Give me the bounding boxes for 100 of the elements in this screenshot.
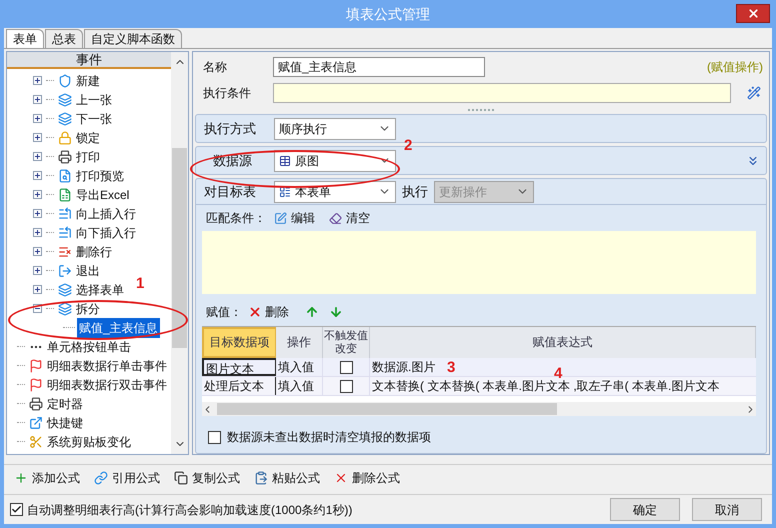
- delete-button[interactable]: 删除: [248, 303, 289, 321]
- checkbox[interactable]: [10, 503, 23, 516]
- tree-item[interactable]: 下一张: [76, 110, 112, 128]
- insert-row-icon: [58, 206, 72, 220]
- table-icon: [279, 154, 291, 166]
- tree-item[interactable]: 快捷键: [47, 414, 83, 432]
- expand-icon[interactable]: [33, 247, 42, 256]
- plus-icon: [14, 470, 28, 484]
- down-arrow-icon[interactable]: [329, 305, 343, 319]
- link-icon: [94, 470, 108, 484]
- tree-item[interactable]: 向上插入行: [76, 204, 136, 222]
- expand-icon[interactable]: [33, 228, 42, 237]
- checkbox-label: 数据源未查出数据时清空填报的数据项: [227, 429, 431, 446]
- check-icon: [11, 504, 22, 515]
- shield-icon: [58, 74, 72, 88]
- eraser-icon: [329, 212, 342, 224]
- toolbar-button[interactable]: 引用公式: [94, 468, 160, 486]
- flag-icon: [29, 378, 43, 392]
- column-header: 事件: [7, 52, 171, 69]
- printer-icon: [29, 396, 43, 410]
- edit-icon: [274, 212, 287, 224]
- expand-icon[interactable]: [33, 114, 42, 123]
- field-label: 对目标表: [204, 182, 257, 201]
- tree-item[interactable]: 打印: [76, 148, 100, 166]
- tree-item[interactable]: 退出: [76, 262, 100, 280]
- tab[interactable]: 自定义脚本函数: [84, 29, 182, 48]
- tree-item[interactable]: 明细表数据行单击事件: [47, 356, 167, 374]
- checkbox[interactable]: [340, 380, 352, 392]
- dialog-button[interactable]: 取消: [692, 498, 762, 521]
- table-cell[interactable]: 处理后文本: [202, 377, 276, 395]
- annotation-number: 2: [404, 138, 412, 153]
- flag-icon: [29, 358, 43, 372]
- expand-icon[interactable]: [33, 152, 42, 161]
- close-button[interactable]: [736, 4, 770, 23]
- expand-icon[interactable]: [33, 133, 42, 142]
- table-cell[interactable]: 填入值: [276, 358, 323, 376]
- tree-item[interactable]: 向下插入行: [76, 224, 136, 242]
- layers-icon: [58, 112, 72, 126]
- expand-icon[interactable]: [33, 285, 42, 294]
- checkbox[interactable]: [340, 360, 352, 374]
- tree-item[interactable]: 删除行: [76, 242, 112, 260]
- tree-item[interactable]: 打印预览: [76, 166, 124, 184]
- table-cell[interactable]: 图片文本: [202, 358, 276, 376]
- field-label: 执行方式: [204, 120, 257, 138]
- tree-item[interactable]: 选择表单: [76, 280, 124, 298]
- tree-item[interactable]: 新建: [76, 72, 100, 90]
- field-label: 名称: [203, 59, 228, 76]
- toolbar-button[interactable]: 删除公式: [334, 468, 400, 486]
- tree-item[interactable]: 定时器: [47, 394, 83, 412]
- toolbar-button[interactable]: 复制公式: [174, 468, 240, 486]
- expand-icon[interactable]: [33, 95, 42, 104]
- table-row[interactable]: 处理后文本 填入值 文本替换( 文本替换( 本表单.图片文本 ,取左子串( 本表单.图片文本: [202, 377, 756, 396]
- table-cell[interactable]: 数据源.图片: [370, 358, 438, 376]
- column-header[interactable]: 目标数据项: [202, 327, 276, 358]
- checkbox-label: 自动调整明细表行高(计算行高会影响加载速度(1000条约1秒)): [27, 502, 352, 518]
- target-dropdown[interactable]: 本表单: [274, 180, 396, 202]
- layers-icon: [58, 282, 72, 296]
- type-label: (赋值操作): [707, 59, 763, 76]
- expand-icon[interactable]: [33, 76, 42, 85]
- scissors-icon: [29, 434, 43, 448]
- clear-button[interactable]: 清空: [329, 209, 370, 227]
- printer-icon: [58, 150, 72, 164]
- tree-item[interactable]: 上一张: [76, 90, 112, 108]
- expand-icon[interactable]: [33, 190, 42, 199]
- tab[interactable]: 表单: [6, 29, 44, 48]
- field-label: 执行条件: [203, 85, 252, 102]
- tree-item[interactable]: 拆分: [76, 300, 100, 318]
- external-link-icon: [29, 416, 43, 430]
- toolbar-button[interactable]: 粘贴公式: [254, 468, 320, 486]
- expand-icon[interactable]: [33, 209, 42, 218]
- layers-icon: [58, 92, 72, 106]
- expand-icon[interactable]: [33, 266, 42, 275]
- condition-field[interactable]: [273, 83, 731, 103]
- insert-row-icon: [58, 226, 72, 240]
- tree-item[interactable]: 系统剪贴板变化: [47, 432, 131, 450]
- list-icon: [279, 186, 291, 198]
- table-cell[interactable]: 填入值: [276, 377, 323, 395]
- tree-item[interactable]: 单元格按钮单击: [47, 338, 131, 356]
- paste-icon: [254, 470, 268, 484]
- edit-button[interactable]: 编辑: [274, 209, 315, 227]
- scrollbar[interactable]: [202, 402, 756, 416]
- lock-icon: [58, 130, 72, 144]
- scrollbar[interactable]: [171, 52, 188, 454]
- copy-icon: [174, 470, 188, 484]
- tree-item[interactable]: 锁定: [76, 128, 100, 146]
- spreadsheet-icon: [58, 188, 72, 202]
- tab[interactable]: 总表: [45, 29, 83, 48]
- mode-dropdown[interactable]: 顺序执行: [274, 118, 396, 140]
- tree-item[interactable]: 赋值_主表信息: [77, 318, 160, 338]
- wand-icon[interactable]: [747, 86, 761, 100]
- annotation-number: 1: [136, 276, 144, 291]
- expand-icon[interactable]: [33, 171, 42, 180]
- datasource-dropdown[interactable]: 原图: [274, 150, 396, 172]
- toolbar-button[interactable]: 添加公式: [14, 468, 80, 486]
- dialog-button[interactable]: 确定: [610, 498, 680, 521]
- name-field[interactable]: 赋值_主表信息: [273, 57, 485, 77]
- document-search-icon: [58, 168, 72, 182]
- checkbox[interactable]: [208, 430, 221, 444]
- tree-item[interactable]: 明细表数据行双击事件: [47, 376, 167, 394]
- tree-item[interactable]: 导出Excel: [76, 186, 130, 204]
